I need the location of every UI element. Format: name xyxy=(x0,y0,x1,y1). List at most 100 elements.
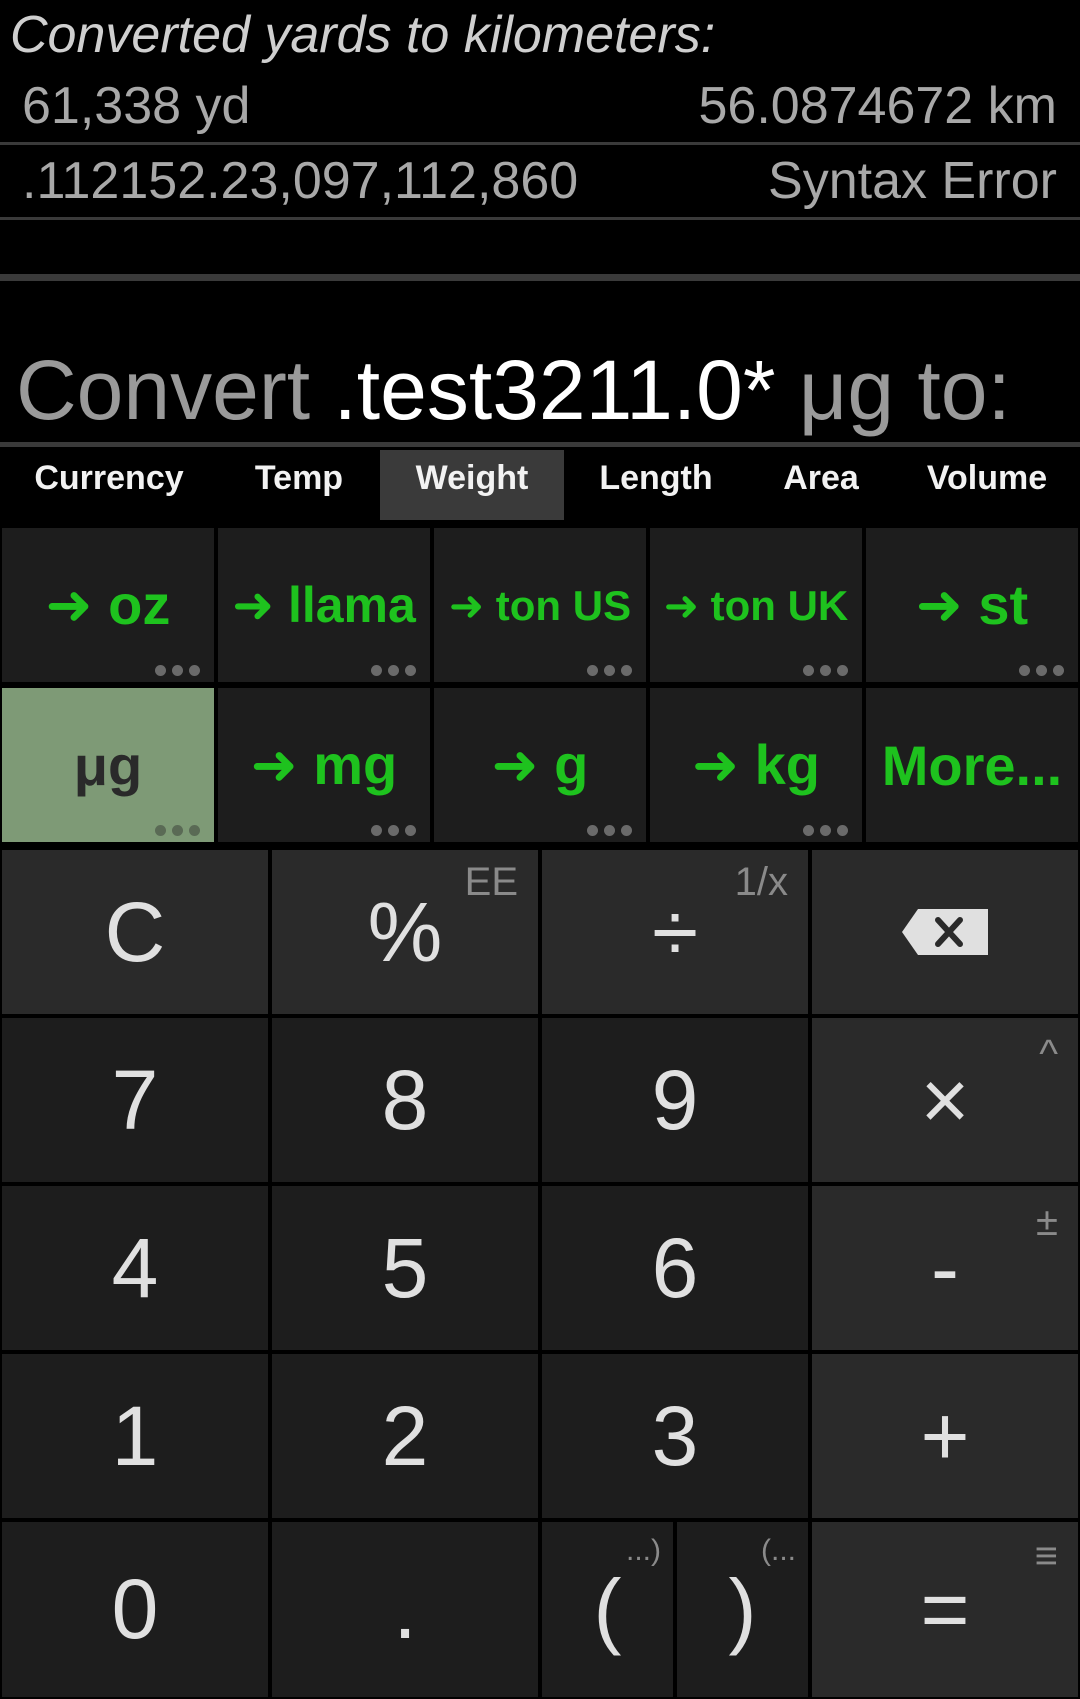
unit-label: ton US xyxy=(495,581,632,629)
key-label: × xyxy=(920,1052,970,1147)
history-row[interactable]: .112152.23,097,112,860 Syntax Error xyxy=(0,145,1080,220)
unit-label: μg xyxy=(73,733,143,797)
convert-unit: μg xyxy=(798,343,895,437)
close-paren-secondary-label: (... xyxy=(761,1534,796,1567)
key-label: 7 xyxy=(111,1052,159,1147)
category-tabs: Currency Temp Weight Length Area Volume xyxy=(0,450,1080,520)
arrow-right-icon: ➜ xyxy=(232,577,275,633)
convert-prefix: Convert xyxy=(16,343,311,437)
more-dots-icon[interactable] xyxy=(587,665,632,676)
tab-length[interactable]: Length xyxy=(564,450,748,520)
key-label: 5 xyxy=(381,1220,429,1315)
convert-expression[interactable]: Convert .test3211.0* μg to: xyxy=(16,340,1011,440)
divide-button[interactable]: ÷ 1/x xyxy=(542,850,808,1014)
power-secondary-label: ^ xyxy=(1039,1032,1058,1076)
convert-value: .test3211.0* xyxy=(333,343,776,437)
unit-label: mg xyxy=(313,733,398,796)
unit-label: ton UK xyxy=(710,581,849,629)
more-dots-icon[interactable] xyxy=(803,665,848,676)
digit-2-button[interactable]: 2 xyxy=(272,1354,538,1518)
more-dots-icon[interactable] xyxy=(155,665,200,676)
history-result: 56.0874672 km xyxy=(698,77,1058,135)
key-label: - xyxy=(931,1220,959,1315)
tab-temp[interactable]: Temp xyxy=(218,450,380,520)
history-divider xyxy=(0,274,1080,281)
key-label: ÷ xyxy=(651,884,699,979)
unit-label: kg xyxy=(754,733,820,796)
unit-oz-button[interactable]: ➜ oz xyxy=(2,528,214,682)
percent-button[interactable]: % EE xyxy=(272,850,538,1014)
keypad: C % EE ÷ 1/x 7 8 9 × ^ 4 5 6 - ± 1 2 3 +… xyxy=(0,848,1080,1699)
unit-ton-us-button[interactable]: ➜ ton US xyxy=(434,528,646,682)
digit-3-button[interactable]: 3 xyxy=(542,1354,808,1518)
key-label: 6 xyxy=(651,1220,699,1315)
close-paren-button[interactable]: ) (... xyxy=(677,1522,808,1697)
key-label: 1 xyxy=(111,1388,159,1483)
tab-volume[interactable]: Volume xyxy=(894,450,1080,520)
unit-llama-button[interactable]: ➜ llama xyxy=(218,528,430,682)
unit-ton-uk-button[interactable]: ➜ ton UK xyxy=(650,528,862,682)
digit-8-button[interactable]: 8 xyxy=(272,1018,538,1182)
unit-grid: ➜ oz ➜ llama ➜ ton US ➜ ton UK ➜ st μg ➜… xyxy=(0,526,1080,846)
key-label: 3 xyxy=(651,1388,699,1483)
history-input: 61,338 yd xyxy=(22,77,251,135)
unit-kg-button[interactable]: ➜ kg xyxy=(650,688,862,842)
tab-weight[interactable]: Weight xyxy=(380,450,564,520)
arrow-right-icon: ➜ xyxy=(250,733,298,796)
minus-button[interactable]: - ± xyxy=(812,1186,1078,1350)
digit-0-button[interactable]: 0 xyxy=(2,1522,268,1697)
arrow-right-icon: ➜ xyxy=(692,733,739,796)
key-label: ( xyxy=(593,1562,622,1656)
digit-5-button[interactable]: 5 xyxy=(272,1186,538,1350)
digit-1-button[interactable]: 1 xyxy=(2,1354,268,1518)
unit-st-button[interactable]: ➜ st xyxy=(866,528,1078,682)
tab-currency[interactable]: Currency xyxy=(0,450,218,520)
arrow-right-icon: ➜ xyxy=(491,733,539,796)
arrow-right-icon: ➜ xyxy=(663,581,699,629)
digit-4-button[interactable]: 4 xyxy=(2,1186,268,1350)
arrow-right-icon: ➜ xyxy=(915,573,963,636)
more-dots-icon[interactable] xyxy=(803,825,848,836)
history-title: Converted yards to kilometers: xyxy=(10,6,716,64)
history-result: Syntax Error xyxy=(768,152,1057,210)
open-paren-secondary-label: ...) xyxy=(626,1534,661,1567)
ee-secondary-label: EE xyxy=(464,860,518,904)
more-dots-icon[interactable] xyxy=(1019,665,1064,676)
unit-ug-button[interactable]: μg xyxy=(2,688,214,842)
unit-label: oz xyxy=(108,573,171,636)
key-label: . xyxy=(393,1562,417,1656)
more-dots-icon[interactable] xyxy=(587,825,632,836)
key-label: + xyxy=(920,1388,970,1483)
key-label: = xyxy=(920,1562,970,1656)
more-dots-icon[interactable] xyxy=(371,665,416,676)
digit-6-button[interactable]: 6 xyxy=(542,1186,808,1350)
key-label: 4 xyxy=(111,1220,159,1315)
unit-label: g xyxy=(554,733,589,796)
unit-g-button[interactable]: ➜ g xyxy=(434,688,646,842)
more-dots-icon[interactable] xyxy=(155,825,200,836)
unit-label: llama xyxy=(287,577,416,633)
reciprocal-secondary-label: 1/x xyxy=(734,860,788,904)
backspace-button[interactable] xyxy=(812,850,1078,1014)
plus-button[interactable]: + xyxy=(812,1354,1078,1518)
open-paren-button[interactable]: ( ...) xyxy=(542,1522,673,1697)
digit-7-button[interactable]: 7 xyxy=(2,1018,268,1182)
more-dots-icon[interactable] xyxy=(371,825,416,836)
clear-button[interactable]: C xyxy=(2,850,268,1014)
unit-label: More... xyxy=(881,733,1063,797)
backspace-icon xyxy=(902,909,988,955)
menu-icon: ≡ xyxy=(1034,1534,1058,1578)
key-label: 9 xyxy=(651,1052,699,1147)
multiply-button[interactable]: × ^ xyxy=(812,1018,1078,1182)
expression-divider xyxy=(0,442,1080,447)
equals-button[interactable]: = ≡ xyxy=(812,1522,1078,1697)
more-units-button[interactable]: More... xyxy=(866,688,1078,842)
key-label: ) xyxy=(728,1562,757,1656)
digit-9-button[interactable]: 9 xyxy=(542,1018,808,1182)
unit-mg-button[interactable]: ➜ mg xyxy=(218,688,430,842)
convert-suffix: to: xyxy=(917,343,1011,437)
tab-area[interactable]: Area xyxy=(748,450,894,520)
decimal-point-button[interactable]: . xyxy=(272,1522,538,1697)
history-input: .112152.23,097,112,860 xyxy=(22,152,579,210)
history-row[interactable]: 61,338 yd 56.0874672 km xyxy=(0,70,1080,145)
